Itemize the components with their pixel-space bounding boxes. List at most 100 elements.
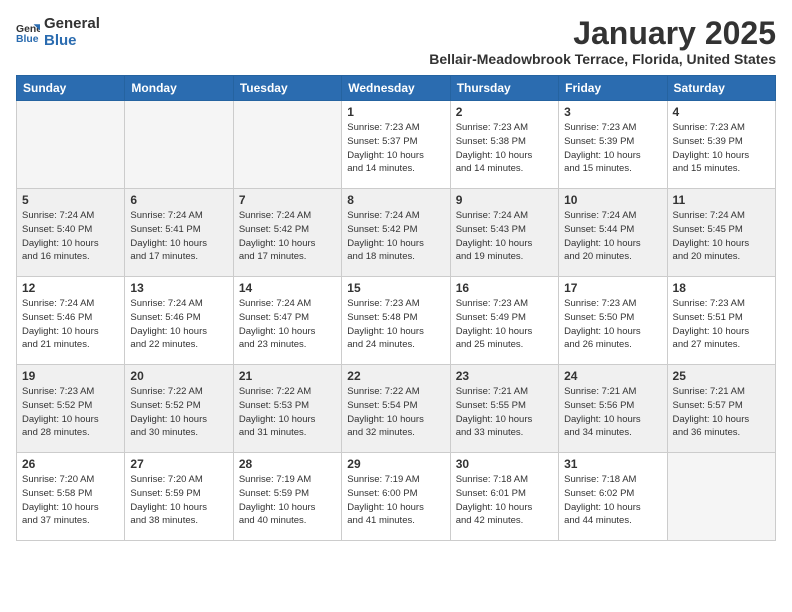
calendar-cell: 11 Sunrise: 7:24 AM Sunset: 5:45 PM Dayli… [667, 189, 775, 277]
weekday-header-monday: Monday [125, 76, 233, 101]
day-number: 13 [130, 281, 227, 295]
day-info: Sunrise: 7:24 AM Sunset: 5:44 PM Dayligh… [564, 209, 661, 264]
day-number: 6 [130, 193, 227, 207]
calendar-cell: 30 Sunrise: 7:18 AM Sunset: 6:01 PM Dayli… [450, 453, 558, 541]
calendar-cell [125, 101, 233, 189]
calendar-cell: 1 Sunrise: 7:23 AM Sunset: 5:37 PM Daylig… [342, 101, 450, 189]
calendar-cell: 16 Sunrise: 7:23 AM Sunset: 5:49 PM Dayli… [450, 277, 558, 365]
day-number: 20 [130, 369, 227, 383]
day-info: Sunrise: 7:23 AM Sunset: 5:49 PM Dayligh… [456, 297, 553, 352]
day-info: Sunrise: 7:24 AM Sunset: 5:46 PM Dayligh… [130, 297, 227, 352]
calendar-cell: 20Sunrise: 7:22 AM Sunset: 5:52 PM Dayli… [125, 365, 233, 453]
day-info: Sunrise: 7:23 AM Sunset: 5:39 PM Dayligh… [564, 121, 661, 176]
day-number: 12 [22, 281, 119, 295]
day-info: Sunrise: 7:24 AM Sunset: 5:46 PM Dayligh… [22, 297, 119, 352]
day-number: 18 [673, 281, 770, 295]
day-number: 24 [564, 369, 661, 383]
day-info: Sunrise: 7:24 AM Sunset: 5:43 PM Dayligh… [456, 209, 553, 264]
calendar-cell: 24 Sunrise: 7:21 AM Sunset: 5:56 PM Dayli… [559, 365, 667, 453]
day-number: 3 [564, 105, 661, 119]
day-info: Sunrise: 7:22 AM Sunset: 5:54 PM Dayligh… [347, 385, 444, 440]
day-info: Sunrise: 7:24 AM Sunset: 5:47 PM Dayligh… [239, 297, 336, 352]
day-number: 1 [347, 105, 444, 119]
day-number: 7 [239, 193, 336, 207]
calendar-cell: 17 Sunrise: 7:23 AM Sunset: 5:50 PM Dayli… [559, 277, 667, 365]
calendar-table: SundayMondayTuesdayWednesdayThursdayFrid… [16, 75, 776, 541]
day-info: Sunrise: 7:18 AM Sunset: 6:02 PM Dayligh… [564, 473, 661, 528]
calendar-cell: 14 Sunrise: 7:24 AM Sunset: 5:47 PM Dayli… [233, 277, 341, 365]
calendar-week-2: 12 Sunrise: 7:24 AM Sunset: 5:46 PM Dayli… [17, 277, 776, 365]
day-info: Sunrise: 7:23 AM Sunset: 5:52 PM Dayligh… [22, 385, 119, 440]
calendar-week-3: 19 Sunrise: 7:23 AM Sunset: 5:52 PM Dayli… [17, 365, 776, 453]
day-info: Sunrise: 7:18 AM Sunset: 6:01 PM Dayligh… [456, 473, 553, 528]
calendar-week-0: 1 Sunrise: 7:23 AM Sunset: 5:37 PM Daylig… [17, 101, 776, 189]
month-title: January 2025 [429, 16, 776, 51]
day-info: Sunrise: 7:19 AM Sunset: 5:59 PM Dayligh… [239, 473, 336, 528]
day-info: Sunrise: 7:24 AM Sunset: 5:42 PM Dayligh… [239, 209, 336, 264]
calendar-cell: 5 Sunrise: 7:24 AM Sunset: 5:40 PM Daylig… [17, 189, 125, 277]
day-number: 5 [22, 193, 119, 207]
logo-icon: General Blue [16, 21, 40, 45]
day-number: 22 [347, 369, 444, 383]
calendar-cell: 26 Sunrise: 7:20 AM Sunset: 5:58 PM Dayli… [17, 453, 125, 541]
logo: General Blue General Blue [16, 16, 100, 49]
weekday-header-sunday: Sunday [17, 76, 125, 101]
day-info: Sunrise: 7:20 AM Sunset: 5:58 PM Dayligh… [22, 473, 119, 528]
day-info: Sunrise: 7:23 AM Sunset: 5:51 PM Dayligh… [673, 297, 770, 352]
calendar-cell: 3 Sunrise: 7:23 AM Sunset: 5:39 PM Daylig… [559, 101, 667, 189]
calendar-cell: 23 Sunrise: 7:21 AM Sunset: 5:55 PM Dayli… [450, 365, 558, 453]
day-info: Sunrise: 7:22 AM Sunset: 5:53 PM Dayligh… [239, 385, 336, 440]
calendar-cell: 9 Sunrise: 7:24 AM Sunset: 5:43 PM Daylig… [450, 189, 558, 277]
day-info: Sunrise: 7:24 AM Sunset: 5:45 PM Dayligh… [673, 209, 770, 264]
weekday-header-tuesday: Tuesday [233, 76, 341, 101]
day-number: 8 [347, 193, 444, 207]
day-number: 10 [564, 193, 661, 207]
calendar-cell: 13 Sunrise: 7:24 AM Sunset: 5:46 PM Dayli… [125, 277, 233, 365]
calendar-cell [17, 101, 125, 189]
day-number: 23 [456, 369, 553, 383]
svg-text:Blue: Blue [16, 33, 39, 44]
calendar-cell: 18 Sunrise: 7:23 AM Sunset: 5:51 PM Dayli… [667, 277, 775, 365]
calendar-cell: 19 Sunrise: 7:23 AM Sunset: 5:52 PM Dayli… [17, 365, 125, 453]
logo-text-general: General [44, 16, 100, 33]
day-number: 31 [564, 457, 661, 471]
day-info: Sunrise: 7:23 AM Sunset: 5:50 PM Dayligh… [564, 297, 661, 352]
calendar-week-4: 26 Sunrise: 7:20 AM Sunset: 5:58 PM Dayli… [17, 453, 776, 541]
day-number: 29 [347, 457, 444, 471]
day-number: 19 [22, 369, 119, 383]
day-number: 16 [456, 281, 553, 295]
calendar-cell [233, 101, 341, 189]
calendar-cell: 28Sunrise: 7:19 AM Sunset: 5:59 PM Dayli… [233, 453, 341, 541]
day-info: Sunrise: 7:19 AM Sunset: 6:00 PM Dayligh… [347, 473, 444, 528]
day-number: 30 [456, 457, 553, 471]
calendar-cell: 21Sunrise: 7:22 AM Sunset: 5:53 PM Dayli… [233, 365, 341, 453]
calendar-cell: 31 Sunrise: 7:18 AM Sunset: 6:02 PM Dayli… [559, 453, 667, 541]
calendar-body: 1 Sunrise: 7:23 AM Sunset: 5:37 PM Daylig… [17, 101, 776, 541]
day-info: Sunrise: 7:23 AM Sunset: 5:48 PM Dayligh… [347, 297, 444, 352]
calendar-cell: 7 Sunrise: 7:24 AM Sunset: 5:42 PM Daylig… [233, 189, 341, 277]
calendar-cell: 12 Sunrise: 7:24 AM Sunset: 5:46 PM Dayli… [17, 277, 125, 365]
day-info: Sunrise: 7:23 AM Sunset: 5:38 PM Dayligh… [456, 121, 553, 176]
day-info: Sunrise: 7:21 AM Sunset: 5:56 PM Dayligh… [564, 385, 661, 440]
day-number: 9 [456, 193, 553, 207]
weekday-header-saturday: Saturday [667, 76, 775, 101]
calendar-cell: 4Sunrise: 7:23 AM Sunset: 5:39 PM Daylig… [667, 101, 775, 189]
weekday-header-wednesday: Wednesday [342, 76, 450, 101]
day-number: 14 [239, 281, 336, 295]
day-number: 11 [673, 193, 770, 207]
day-info: Sunrise: 7:21 AM Sunset: 5:57 PM Dayligh… [673, 385, 770, 440]
calendar-cell: 25Sunrise: 7:21 AM Sunset: 5:57 PM Dayli… [667, 365, 775, 453]
calendar-cell: 6Sunrise: 7:24 AM Sunset: 5:41 PM Daylig… [125, 189, 233, 277]
calendar-cell: 27Sunrise: 7:20 AM Sunset: 5:59 PM Dayli… [125, 453, 233, 541]
calendar-cell [667, 453, 775, 541]
calendar-cell: 15Sunrise: 7:23 AM Sunset: 5:48 PM Dayli… [342, 277, 450, 365]
calendar-cell: 2Sunrise: 7:23 AM Sunset: 5:38 PM Daylig… [450, 101, 558, 189]
day-info: Sunrise: 7:24 AM Sunset: 5:40 PM Dayligh… [22, 209, 119, 264]
calendar-week-1: 5 Sunrise: 7:24 AM Sunset: 5:40 PM Daylig… [17, 189, 776, 277]
day-info: Sunrise: 7:23 AM Sunset: 5:37 PM Dayligh… [347, 121, 444, 176]
day-info: Sunrise: 7:23 AM Sunset: 5:39 PM Dayligh… [673, 121, 770, 176]
day-info: Sunrise: 7:21 AM Sunset: 5:55 PM Dayligh… [456, 385, 553, 440]
day-number: 26 [22, 457, 119, 471]
day-number: 17 [564, 281, 661, 295]
calendar-cell: 29 Sunrise: 7:19 AM Sunset: 6:00 PM Dayli… [342, 453, 450, 541]
